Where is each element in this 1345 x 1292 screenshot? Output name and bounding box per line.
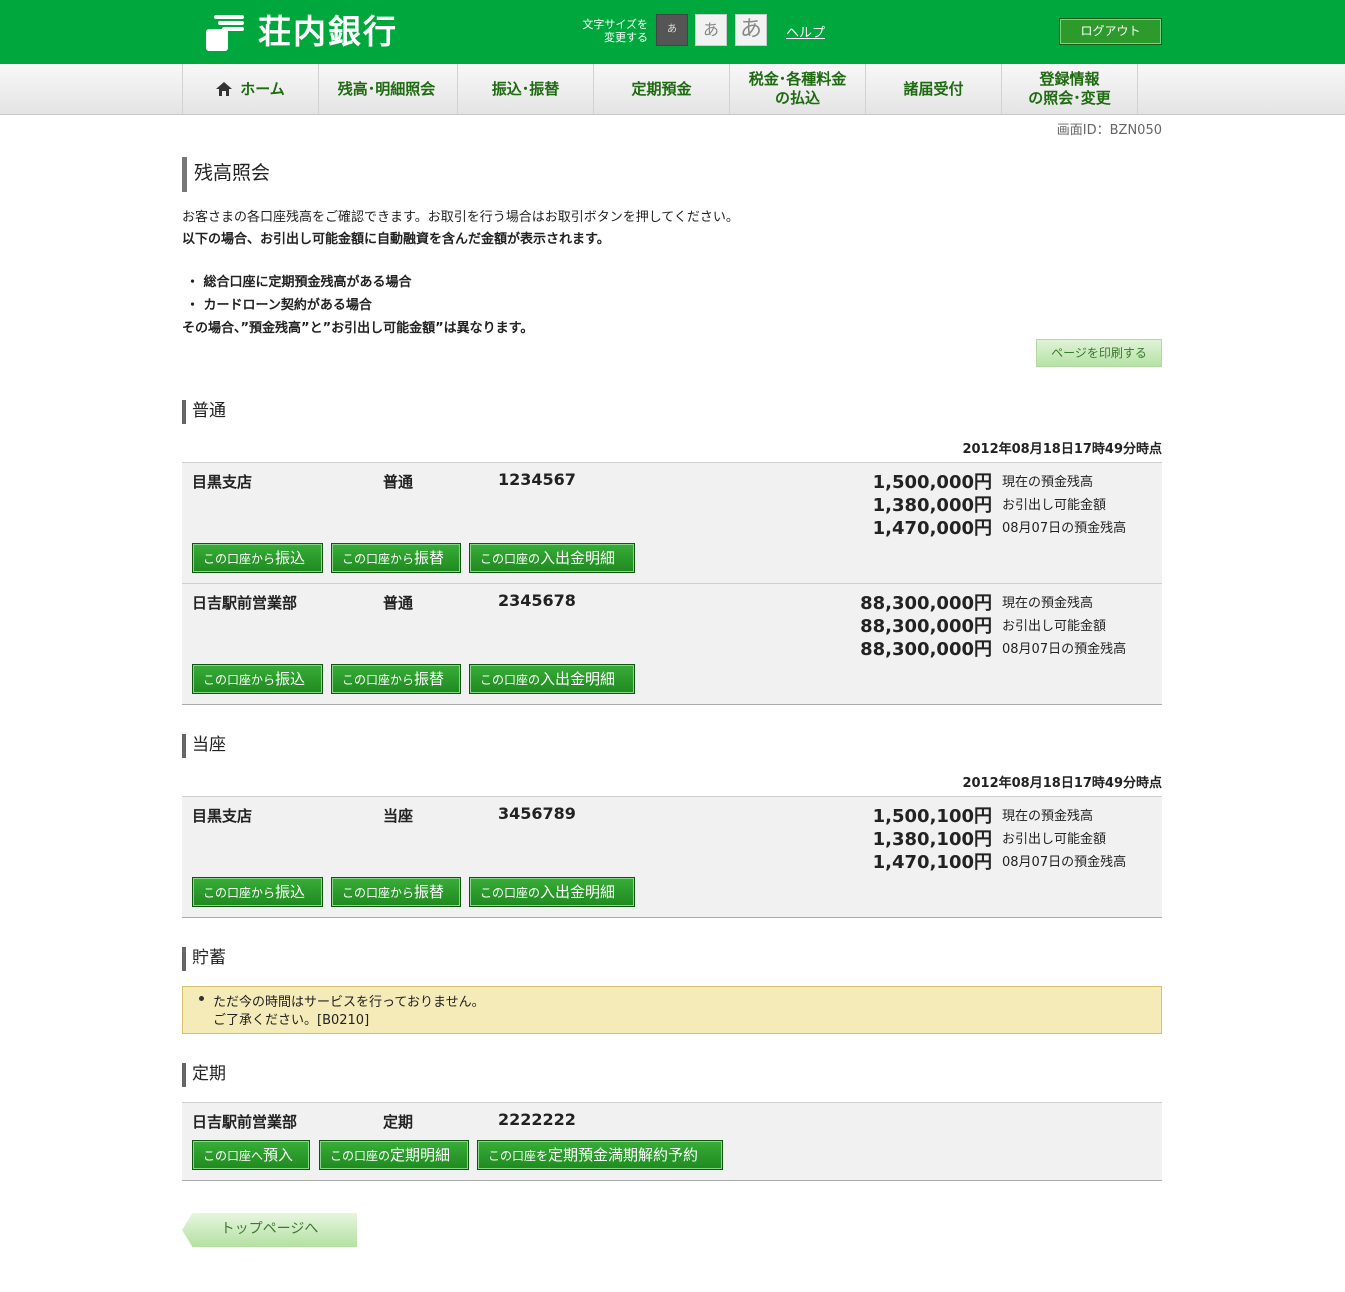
account-type: 普通: [383, 473, 414, 491]
font-size-medium-button[interactable]: あ: [695, 14, 727, 46]
account-number: 3456789: [498, 804, 576, 823]
fixed-detail-button[interactable]: この口座の定期明細: [319, 1140, 469, 1170]
nav-home[interactable]: ホーム: [182, 64, 318, 114]
nav-balance[interactable]: 残高･明細照会: [318, 64, 454, 114]
home-icon: [216, 82, 233, 96]
internal-transfer-button[interactable]: この口座から振替: [331, 664, 461, 694]
internal-transfer-button[interactable]: この口座から振替: [331, 877, 461, 907]
nav-divider: [1137, 64, 1138, 114]
transfer-from-account-button[interactable]: この口座から振込: [192, 664, 323, 694]
timestamp: 2012年08月18日17時49分時点: [962, 442, 1162, 457]
section-title-ordinary: 普通: [182, 400, 226, 424]
branch-name: 目黒支店: [192, 473, 253, 491]
past-balance-label: 08月07日の預金残高: [1002, 642, 1127, 657]
transaction-detail-button[interactable]: この口座の入出金明細: [469, 877, 635, 907]
nav-tax-payment[interactable]: 税金･各種料金 の払込: [729, 64, 865, 114]
bullet-icon: [199, 996, 204, 1001]
nav-notifications[interactable]: 諸届受付: [865, 64, 1001, 114]
transfer-from-account-button[interactable]: この口座から振込: [192, 877, 323, 907]
withdrawable-label: お引出し可能金額: [1002, 619, 1107, 634]
account-row: 日吉駅前営業部 普通 2345678 88,300,000円 現在の預金残高 8…: [182, 583, 1162, 705]
font-size-label: 文字サイズを 変更する: [582, 18, 648, 44]
transaction-detail-button[interactable]: この口座の入出金明細: [469, 543, 635, 573]
past-balance: 1,470,000円: [872, 518, 992, 539]
account-number: 2222222: [498, 1110, 576, 1129]
intro-bullet: ・ カードローン契約がある場合: [186, 298, 372, 313]
current-balance-label: 現在の預金残高: [1002, 475, 1094, 490]
main-nav: ホーム 残高･明細照会 振込･振替 定期預金 税金･各種料金 の払込 諸届受付 登…: [0, 64, 1345, 115]
page-title: 残高照会: [182, 157, 270, 192]
transfer-from-account-button[interactable]: この口座から振込: [192, 543, 323, 573]
withdrawable-label: お引出し可能金額: [1002, 832, 1107, 847]
nav-registration[interactable]: 登録情報 の照会･変更: [1001, 64, 1137, 114]
font-size-large-button[interactable]: あ: [735, 14, 767, 46]
bank-logo[interactable]: 荘内銀行: [206, 12, 398, 52]
intro-bullet: ・ 総合口座に定期預金残高がある場合: [186, 275, 412, 290]
deposit-button[interactable]: この口座へ預入: [192, 1140, 310, 1170]
notice-text: ただ今の時間はサービスを行っておりません。: [213, 995, 485, 1010]
section-title-savings: 貯蓄: [182, 947, 226, 971]
withdrawable-label: お引出し可能金額: [1002, 498, 1107, 513]
nav-time-deposit[interactable]: 定期預金: [593, 64, 729, 114]
current-balance-label: 現在の預金残高: [1002, 596, 1094, 611]
section-title-checking: 当座: [182, 734, 226, 758]
intro-note: その場合、”預金残高”と”お引出し可能金額”は異なります。: [182, 321, 534, 336]
notice-text: ご了承ください。[B0210]: [213, 1013, 370, 1028]
past-balance: 88,300,000円: [860, 639, 992, 660]
account-type: 普通: [383, 594, 414, 612]
account-row: 目黒支店 当座 3456789 1,500,100円 現在の預金残高 1,380…: [182, 796, 1162, 918]
past-balance-label: 08月07日の預金残高: [1002, 855, 1127, 870]
past-balance: 1,470,100円: [872, 852, 992, 873]
service-unavailable-notice: ただ今の時間はサービスを行っておりません。 ご了承ください。[B0210]: [182, 986, 1162, 1034]
internal-transfer-button[interactable]: この口座から振替: [331, 543, 461, 573]
branch-name: 目黒支店: [192, 807, 253, 825]
account-type: 当座: [383, 807, 414, 825]
past-balance-label: 08月07日の預金残高: [1002, 521, 1127, 536]
bank-logo-icon: [206, 13, 244, 51]
font-size-small-button[interactable]: あ: [656, 14, 688, 46]
account-number: 2345678: [498, 591, 576, 610]
current-balance-label: 現在の預金残高: [1002, 809, 1094, 824]
logout-button[interactable]: ログアウト: [1059, 18, 1162, 45]
bank-name: 荘内銀行: [258, 12, 398, 51]
account-type: 定期: [383, 1113, 414, 1131]
maturity-cancel-reservation-button[interactable]: この口座を定期預金満期解約予約: [477, 1140, 723, 1170]
nav-transfer[interactable]: 振込･振替: [457, 64, 593, 114]
section-title-fixed: 定期: [182, 1063, 226, 1087]
account-row: 目黒支店 普通 1234567 1,500,000円 現在の預金残高 1,380…: [182, 462, 1162, 584]
screen-id: 画面ID：BZN050: [1056, 123, 1162, 138]
intro-text: お客さまの各口座残高をご確認できます。お取引を行う場合はお取引ボタンを押してくだ…: [182, 210, 739, 225]
print-page-button[interactable]: ページを印刷する: [1036, 339, 1162, 367]
account-number: 1234567: [498, 470, 576, 489]
account-row: 日吉駅前営業部 定期 2222222 この口座へ預入 この口座の定期明細 この口…: [182, 1102, 1162, 1181]
timestamp: 2012年08月18日17時49分時点: [962, 776, 1162, 791]
branch-name: 日吉駅前営業部: [192, 1113, 298, 1131]
help-link[interactable]: ヘルプ: [786, 22, 825, 41]
intro-note: 以下の場合、お引出し可能金額に自動融資を含んだ金額が表示されます。: [182, 232, 610, 247]
back-to-top-button[interactable]: トップページへ: [182, 1213, 357, 1247]
header-bar: 荘内銀行 文字サイズを 変更する あ あ あ ヘルプ ログアウト: [0, 0, 1345, 64]
branch-name: 日吉駅前営業部: [192, 594, 298, 612]
transaction-detail-button[interactable]: この口座の入出金明細: [469, 664, 635, 694]
